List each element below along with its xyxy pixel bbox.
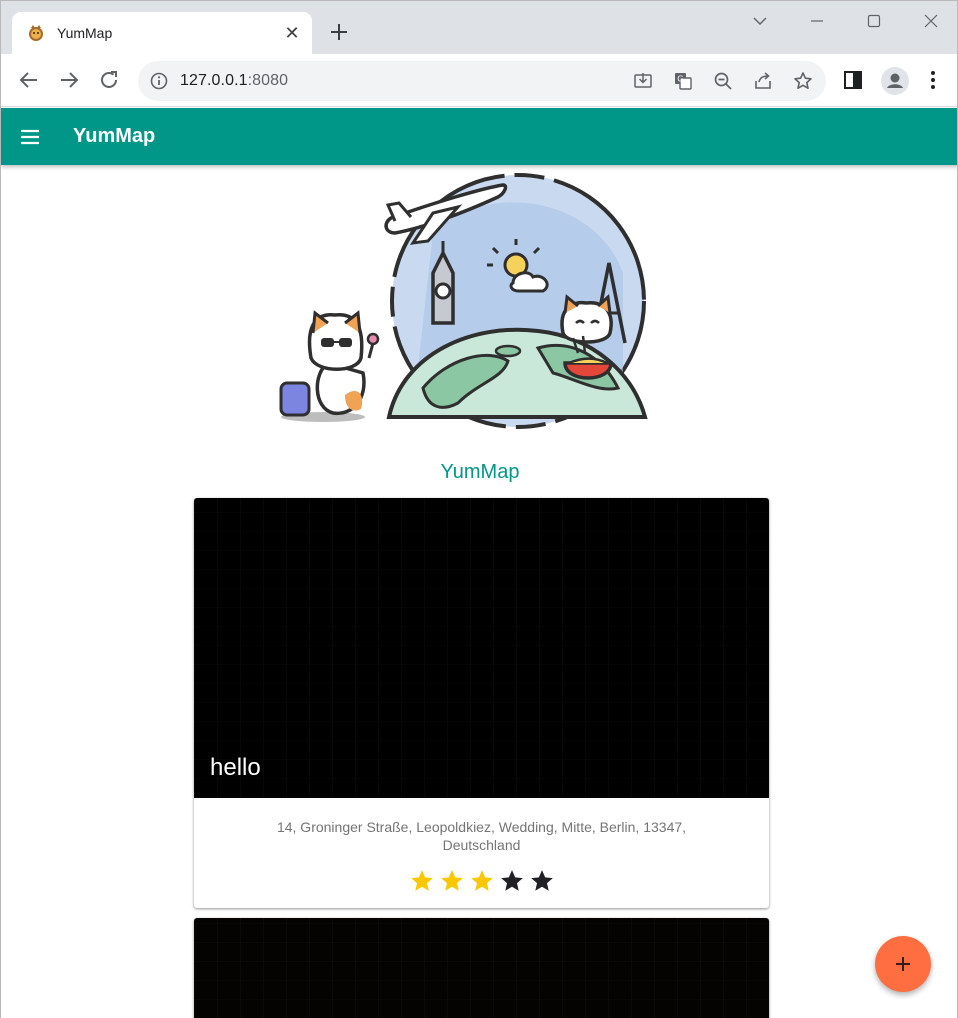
reload-icon[interactable] — [97, 68, 121, 92]
more-menu-icon[interactable] — [921, 68, 945, 92]
image-texture — [194, 498, 769, 798]
travel-cats-illustration — [279, 173, 648, 429]
restaurant-name: hello — [210, 754, 261, 781]
forward-icon[interactable] — [57, 68, 81, 92]
minimize-icon[interactable] — [806, 10, 828, 32]
close-window-icon[interactable] — [920, 10, 942, 32]
side-panel-icon[interactable] — [841, 68, 865, 92]
star-filled-icon — [470, 870, 493, 891]
star-empty-icon — [500, 870, 523, 891]
back-icon[interactable] — [17, 68, 41, 92]
star-rating — [264, 868, 699, 894]
restaurant-image — [194, 918, 769, 1018]
maximize-icon[interactable] — [863, 10, 885, 32]
restaurant-address: 14, Groninger Straße, Leopoldkiez, Weddi… — [276, 819, 687, 853]
page-subtitle: YumMap — [440, 461, 520, 483]
address-bar[interactable]: 127.0.0.1:8080 G — [138, 61, 826, 101]
new-tab-icon[interactable] — [328, 21, 350, 43]
tab-title: YumMap — [57, 25, 113, 41]
cat-favicon-icon — [29, 25, 43, 41]
install-app-icon[interactable] — [633, 71, 653, 91]
url-text: 127.0.0.1:8080 — [180, 72, 288, 90]
restaurant-card[interactable] — [194, 918, 769, 1018]
plus-icon — [896, 957, 910, 971]
zoom-out-icon[interactable] — [713, 71, 733, 91]
url-port: :8080 — [247, 72, 289, 89]
image-texture — [194, 918, 769, 1018]
profile-avatar-icon[interactable] — [881, 67, 909, 95]
app-bar: YumMap — [1, 108, 957, 165]
star-empty-icon — [530, 870, 553, 891]
star-filled-icon — [410, 870, 433, 891]
tab-close-icon[interactable]: ✕ — [282, 23, 302, 43]
hamburger-menu-icon[interactable] — [18, 125, 42, 149]
share-icon[interactable] — [753, 71, 773, 91]
site-info-icon[interactable] — [150, 72, 168, 90]
star-filled-icon — [440, 870, 463, 891]
app-title: YumMap — [73, 125, 156, 147]
browser-tab[interactable]: YumMap ✕ — [12, 12, 312, 54]
bookmark-star-icon[interactable] — [793, 71, 813, 91]
tab-strip: YumMap ✕ — [1, 1, 957, 54]
restaurant-image: hello — [194, 498, 769, 798]
browser-toolbar: 127.0.0.1:8080 G — [1, 54, 957, 107]
tab-search-chevron-icon[interactable] — [749, 10, 771, 32]
restaurant-card[interactable]: hello 14, Groninger Straße, Leopoldkiez,… — [194, 498, 769, 908]
translate-icon[interactable]: G — [673, 71, 693, 91]
card-body: 14, Groninger Straße, Leopoldkiez, Weddi… — [194, 798, 769, 908]
url-host: 127.0.0.1 — [180, 72, 248, 89]
svg-text:G: G — [677, 75, 683, 84]
add-restaurant-button[interactable] — [875, 936, 931, 992]
browser-window: YumMap ✕ 127.0.0.1:8080 G YumMap YumMap … — [0, 0, 958, 1018]
